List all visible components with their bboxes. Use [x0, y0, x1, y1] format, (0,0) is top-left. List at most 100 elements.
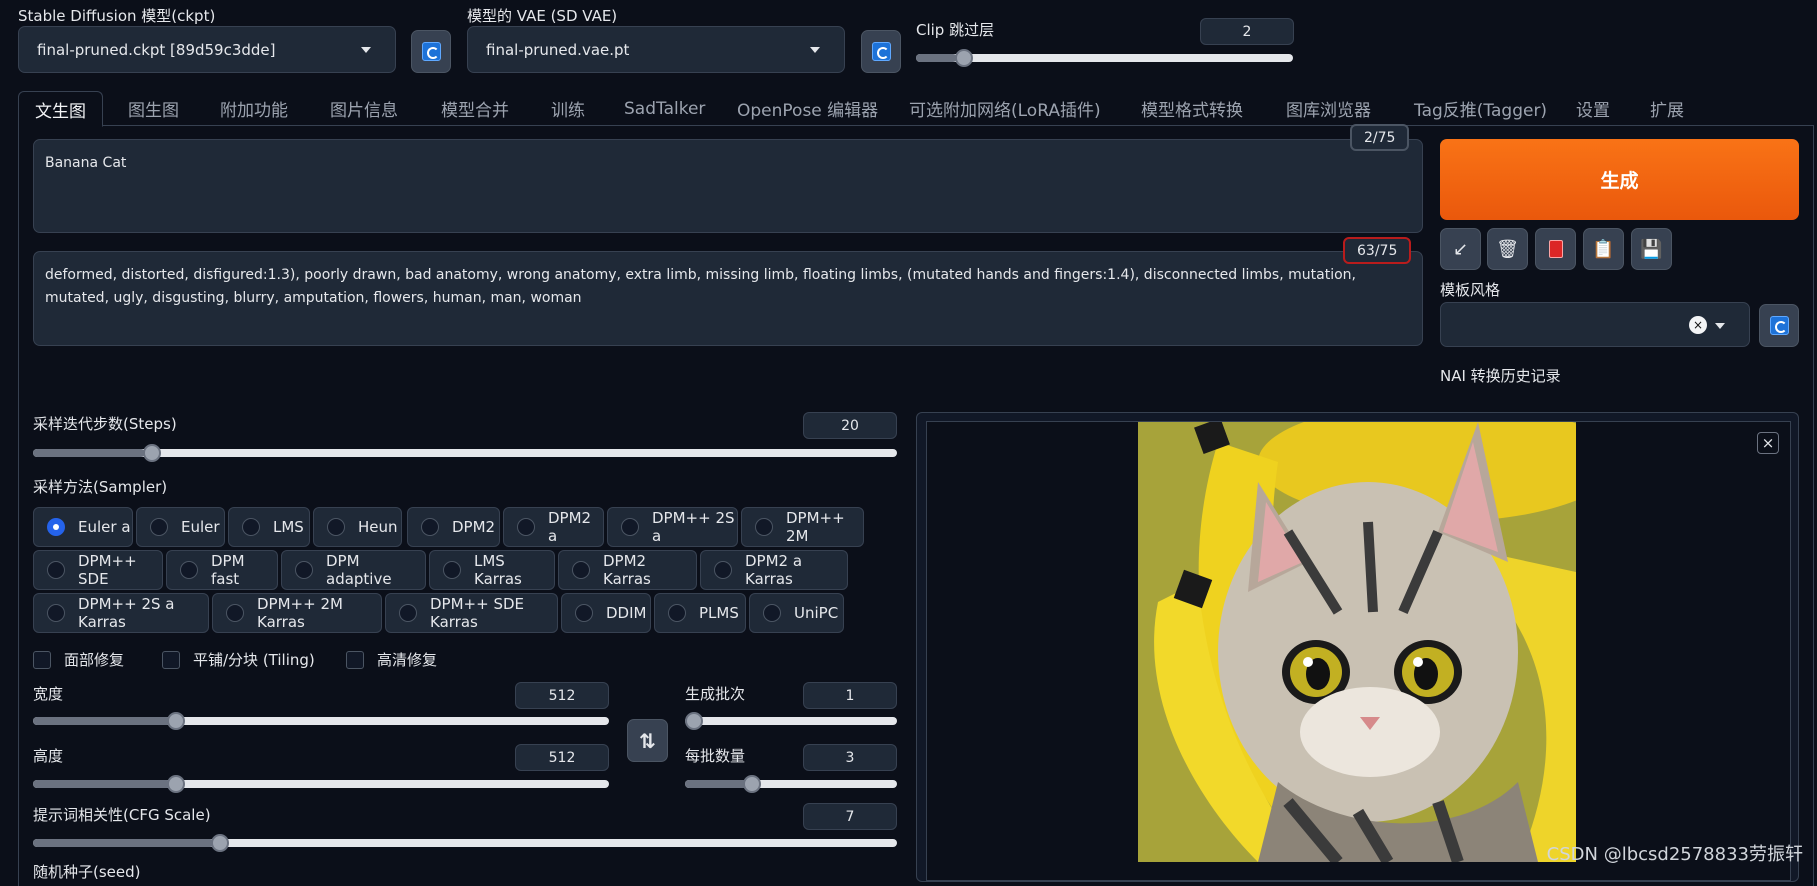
radio-icon: [399, 604, 417, 622]
width-slider-fill: [33, 717, 172, 725]
height-value[interactable]: 512: [515, 744, 609, 771]
positive-prompt-input[interactable]: Banana Cat: [33, 139, 1423, 233]
sampler-option[interactable]: DDIM: [561, 593, 651, 633]
radio-icon: [517, 518, 535, 536]
tab-txt2img[interactable]: 文生图: [18, 91, 103, 127]
cfg-slider-thumb[interactable]: [210, 834, 229, 852]
height-slider-thumb[interactable]: [166, 775, 185, 793]
style-refresh-button[interactable]: [1759, 304, 1799, 347]
ckpt-refresh-button[interactable]: [411, 30, 451, 73]
radio-icon: [180, 561, 198, 579]
sampler-option[interactable]: DPM++ 2S a: [607, 507, 738, 547]
width-label: 宽度: [33, 685, 64, 703]
clear-icon[interactable]: ×: [1689, 316, 1707, 334]
radio-icon: [621, 518, 639, 536]
chevron-down-icon: [361, 47, 371, 53]
sampler-option[interactable]: DPM++ SDE Karras: [385, 593, 558, 633]
save-style-button[interactable]: 💾: [1631, 228, 1672, 270]
steps-slider[interactable]: [33, 444, 897, 462]
sampler-option-label: DPM++ 2S a: [652, 509, 735, 545]
style-label: 模板风格: [1440, 281, 1501, 299]
vae-value: final-pruned.vae.pt: [486, 40, 630, 59]
clip-value[interactable]: 2: [1200, 18, 1294, 45]
clip-label: Clip 跳过层: [916, 21, 995, 39]
tab-tagger[interactable]: Tag反推(Tagger): [1414, 91, 1547, 126]
vae-refresh-button[interactable]: [861, 30, 901, 73]
ckpt-label: Stable Diffusion 模型(ckpt): [18, 7, 216, 25]
tab-openpose[interactable]: OpenPose 编辑器: [737, 91, 878, 126]
sampler-option[interactable]: Euler: [136, 507, 225, 547]
swap-icon: ⇅: [639, 728, 656, 753]
sampler-option[interactable]: PLMS: [654, 593, 746, 633]
sampler-option[interactable]: DPM fast: [166, 550, 278, 590]
tiling-checkbox[interactable]: 平铺/分块 (Tiling): [162, 649, 315, 670]
style-dropdown[interactable]: ×: [1440, 302, 1750, 347]
clear-prompt-button[interactable]: 🗑: [1487, 228, 1528, 270]
sampler-option[interactable]: Euler a: [33, 507, 133, 547]
sampler-option[interactable]: Heun: [313, 507, 402, 547]
sampler-option-label: UniPC: [794, 604, 839, 622]
tab-png-info[interactable]: 图片信息: [330, 91, 398, 126]
checkbox-icon: [33, 650, 51, 669]
generate-button[interactable]: 生成: [1440, 139, 1799, 220]
tab-img2img[interactable]: 图生图: [128, 91, 179, 126]
sampler-option[interactable]: DPM2 Karras: [558, 550, 697, 590]
tab-settings[interactable]: 设置: [1576, 91, 1610, 126]
sampler-option[interactable]: LMS: [228, 507, 310, 547]
sampler-option[interactable]: DPM2: [407, 507, 500, 547]
sampler-option-label: LMS Karras: [474, 552, 522, 588]
batch-size-value[interactable]: 3: [803, 744, 897, 771]
tab-train[interactable]: 训练: [551, 91, 585, 126]
gallery-preview: [926, 421, 1791, 881]
ckpt-dropdown[interactable]: final-pruned.ckpt [89d59c3dde]: [18, 26, 396, 73]
clip-slider[interactable]: [916, 49, 1293, 67]
tab-merge[interactable]: 模型合并: [441, 91, 509, 126]
clip-slider-thumb[interactable]: [955, 49, 974, 67]
batch-count-slider[interactable]: [685, 712, 897, 730]
width-value[interactable]: 512: [515, 682, 609, 709]
batch-count-value[interactable]: 1: [803, 682, 897, 709]
sampler-option[interactable]: DPM++ SDE: [33, 550, 163, 590]
apply-style-button[interactable]: 📋: [1583, 228, 1624, 270]
extra-networks-button[interactable]: [1535, 228, 1576, 270]
radio-icon: [575, 604, 593, 622]
cfg-slider[interactable]: [33, 834, 897, 852]
tab-sadtalker[interactable]: SadTalker: [624, 91, 705, 126]
steps-value[interactable]: 20: [803, 412, 897, 439]
tab-lora[interactable]: 可选附加网络(LoRA插件): [909, 91, 1101, 126]
sampler-option-label: DPM2: [452, 518, 496, 536]
tab-gallery[interactable]: 图库浏览器: [1286, 91, 1371, 126]
checkbox-icon: [162, 650, 180, 669]
face-restore-checkbox[interactable]: 面部修复: [33, 649, 124, 670]
batch-count-slider-thumb[interactable]: [685, 712, 703, 730]
tab-convert[interactable]: 模型格式转换: [1141, 91, 1243, 126]
sampler-option[interactable]: DPM adaptive: [281, 550, 426, 590]
vae-label: 模型的 VAE (SD VAE): [467, 7, 618, 25]
sampler-option[interactable]: DPM++ 2M Karras: [212, 593, 382, 633]
width-slider-thumb[interactable]: [166, 712, 185, 730]
tab-extras[interactable]: 附加功能: [220, 91, 288, 126]
sampler-option[interactable]: DPM2 a: [503, 507, 604, 547]
height-slider[interactable]: [33, 775, 609, 793]
negative-prompt-input[interactable]: deformed, distorted, disfigured:1.3), po…: [33, 251, 1423, 346]
tab-extensions[interactable]: 扩展: [1650, 91, 1684, 126]
watermark: CSDN @lbcsd2578833劳振轩: [1546, 844, 1803, 865]
width-slider[interactable]: [33, 712, 609, 730]
close-preview-button[interactable]: ×: [1757, 432, 1779, 454]
cfg-value[interactable]: 7: [803, 803, 897, 830]
sampler-option[interactable]: UniPC: [749, 593, 844, 633]
cfg-label: 提示词相关性(CFG Scale): [33, 806, 211, 824]
sampler-option-label: PLMS: [699, 604, 739, 622]
radio-icon: [668, 604, 686, 622]
sampler-option[interactable]: LMS Karras: [429, 550, 555, 590]
swap-dimensions-button[interactable]: ⇅: [627, 719, 668, 762]
read-params-button[interactable]: ↙: [1440, 228, 1481, 270]
hires-fix-checkbox[interactable]: 高清修复: [346, 649, 437, 670]
generated-image[interactable]: [1138, 422, 1576, 862]
sampler-option[interactable]: DPM2 a Karras: [700, 550, 848, 590]
steps-slider-thumb[interactable]: [142, 444, 161, 462]
sampler-option[interactable]: DPM++ 2S a Karras: [33, 593, 209, 633]
vae-dropdown[interactable]: final-pruned.vae.pt: [467, 26, 845, 73]
batch-size-slider[interactable]: [685, 775, 897, 793]
sampler-option[interactable]: DPM++ 2M: [741, 507, 864, 547]
